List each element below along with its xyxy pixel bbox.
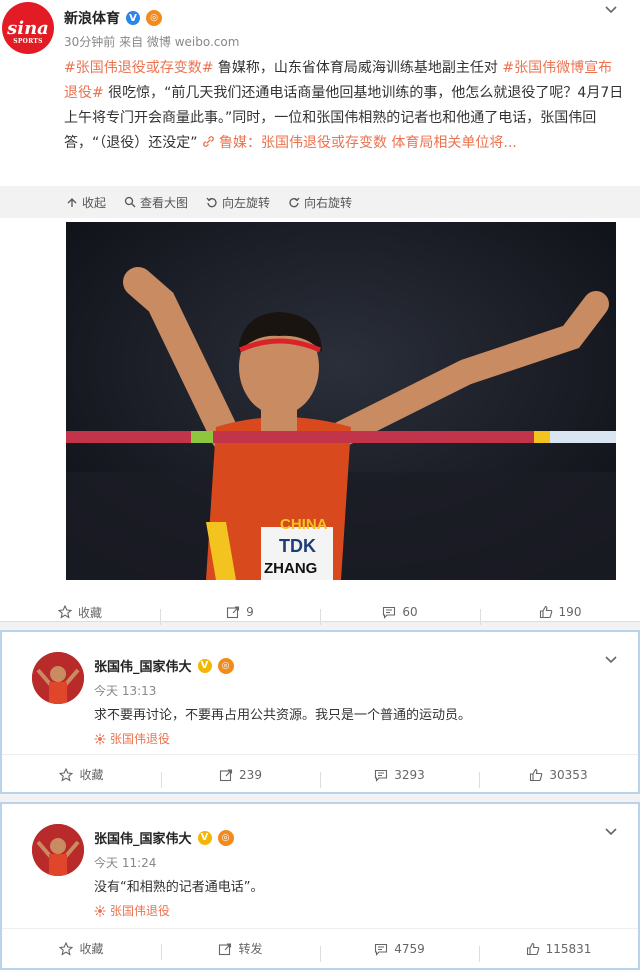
search-icon xyxy=(124,196,136,208)
topic-label[interactable]: 张国伟退役 xyxy=(110,730,170,747)
collect-button[interactable]: 收藏 xyxy=(2,766,161,783)
topic-link[interactable]: 张国伟退役 xyxy=(94,730,170,747)
comment-count: 4759 xyxy=(394,941,425,956)
repost-count: 9 xyxy=(246,605,254,619)
collect-button[interactable]: 收藏 xyxy=(0,604,160,621)
jersey-text: CHINA xyxy=(280,516,328,533)
post-author[interactable]: 新浪体育 V ◎ xyxy=(64,8,162,28)
article-link-text[interactable]: 鲁媒：张国伟退役或存变数 体育局相关单位将... xyxy=(219,135,517,151)
repost-icon xyxy=(227,606,240,619)
post-content: #张国伟退役或存变数# 鲁媒称，山东省体育局威海训练基地副主任对 #张国伟微博宣… xyxy=(64,56,624,156)
view-large-button[interactable]: 查看大图 xyxy=(124,194,188,211)
comment-count: 60 xyxy=(402,605,418,619)
chevron-down-icon[interactable] xyxy=(604,652,618,666)
repost-button[interactable]: 转发 xyxy=(161,940,320,960)
sina-sports-logo[interactable]: sina SPORTS xyxy=(2,2,54,54)
thumbs-up-icon xyxy=(539,605,552,619)
reply-author[interactable]: 张国伟_国家伟大 V ◎ xyxy=(94,828,234,847)
topic-link[interactable]: 张国伟退役 xyxy=(94,902,170,919)
like-button[interactable]: 115831 xyxy=(479,941,638,962)
like-count: 30353 xyxy=(549,767,588,782)
repost-button[interactable]: 9 xyxy=(160,605,320,625)
post-action-bar: 收藏 9 60 190 xyxy=(0,592,640,632)
reply-author[interactable]: 张国伟_国家伟大 V ◎ xyxy=(94,656,234,675)
bib-name-text: ZHANG xyxy=(264,560,318,577)
comment-icon xyxy=(375,943,388,956)
repost-button[interactable]: 239 xyxy=(161,767,320,788)
topic-icon xyxy=(94,905,106,916)
reply-time[interactable]: 今天 13:13 xyxy=(94,682,156,699)
post-meta: 30分钟前 来自 微博 weibo.com xyxy=(64,35,240,49)
article-link[interactable]: 鲁媒：张国伟退役或存变数 体育局相关单位将... xyxy=(202,135,517,151)
reply-action-bar: 收藏 转发 4759 115831 xyxy=(2,928,638,968)
collapse-button[interactable]: 收起 xyxy=(66,194,106,211)
chevron-down-icon[interactable] xyxy=(604,824,618,838)
repost-count: 239 xyxy=(239,767,262,782)
link-icon xyxy=(203,136,214,147)
logo-text: sina xyxy=(7,17,49,39)
like-count: 115831 xyxy=(545,941,592,956)
comment-button[interactable]: 4759 xyxy=(320,941,479,962)
like-button[interactable]: 190 xyxy=(480,605,640,625)
avatar[interactable] xyxy=(32,824,84,876)
author-name[interactable]: 张国伟_国家伟大 xyxy=(94,656,192,675)
repost-icon xyxy=(219,768,233,781)
weibo-post-card: sina SPORTS 新浪体育 V ◎ 30分钟前 来自 微博 weibo.c… xyxy=(0,0,640,625)
verified-badge-icon: V xyxy=(197,658,212,673)
like-button[interactable]: 30353 xyxy=(479,767,638,788)
thumbs-up-icon xyxy=(526,942,539,955)
reply-text: 求不要再讨论，不要再占用公共资源。我只是一个普通的运动员。 xyxy=(94,708,472,723)
topic-icon xyxy=(94,733,106,744)
star-icon xyxy=(59,767,74,782)
author-name[interactable]: 新浪体育 xyxy=(64,8,120,28)
rotate-right-label: 向右旋转 xyxy=(304,195,353,210)
rotate-right-icon xyxy=(289,197,300,208)
hashtag-link[interactable]: #张国伟退役或存变数# xyxy=(64,60,213,76)
rotate-left-icon xyxy=(206,197,217,208)
comment-button[interactable]: 3293 xyxy=(320,767,479,788)
verified-badge-icon: V xyxy=(126,11,140,25)
content-text: 鲁媒称，山东省体育局威海训练基地副主任对 xyxy=(213,60,503,76)
verified-badge-icon: V xyxy=(197,830,212,845)
rotate-left-label: 向左旋转 xyxy=(222,195,271,210)
post-photo[interactable]: CHINA TDK ZHANG xyxy=(66,222,616,580)
reply-text: 没有“和相熟的记者通电话”。 xyxy=(94,880,264,895)
reply-card: 张国伟_国家伟大 V ◎ 今天 11:24 没有“和相熟的记者通电话”。 张国伟… xyxy=(0,802,640,970)
view-large-label: 查看大图 xyxy=(140,195,189,210)
repost-icon xyxy=(219,942,232,955)
star-icon xyxy=(59,941,74,956)
star-icon xyxy=(57,605,72,619)
topic-label[interactable]: 张国伟退役 xyxy=(110,902,170,919)
author-name[interactable]: 张国伟_国家伟大 xyxy=(94,828,192,847)
bib-sponsor-text: TDK xyxy=(279,536,316,556)
comment-button[interactable]: 60 xyxy=(320,605,480,625)
comment-icon xyxy=(375,769,388,782)
rotate-right-button[interactable]: 向右旋转 xyxy=(288,194,352,211)
collect-label: 收藏 xyxy=(79,768,104,782)
image-toolbar: 收起 查看大图 向左旋转 向右旋转 xyxy=(0,186,640,218)
repost-label: 转发 xyxy=(238,942,263,956)
comment-icon xyxy=(383,606,396,619)
collapse-label: 收起 xyxy=(82,195,107,210)
collapse-icon xyxy=(67,198,77,207)
reply-action-bar: 收藏 239 3293 30353 xyxy=(2,754,638,794)
collect-label: 收藏 xyxy=(77,605,102,620)
reply-time[interactable]: 今天 11:24 xyxy=(94,854,156,871)
medal-icon: ◎ xyxy=(217,657,234,674)
collect-button[interactable]: 收藏 xyxy=(2,940,161,957)
comment-count: 3293 xyxy=(394,767,425,782)
thumbs-up-icon xyxy=(530,768,543,781)
rotate-left-button[interactable]: 向左旋转 xyxy=(206,194,270,211)
avatar[interactable] xyxy=(32,652,84,704)
reply-card: 张国伟_国家伟大 V ◎ 今天 13:13 求不要再讨论，不要再占用公共资源。我… xyxy=(0,630,640,794)
logo-subtext: SPORTS xyxy=(13,38,43,45)
medal-icon: ◎ xyxy=(217,829,234,846)
collect-label: 收藏 xyxy=(79,942,104,956)
like-count: 190 xyxy=(558,605,582,619)
medal-icon: ◎ xyxy=(146,10,162,26)
athlete-photo-illustration xyxy=(66,222,616,580)
chevron-down-icon[interactable] xyxy=(604,2,618,16)
